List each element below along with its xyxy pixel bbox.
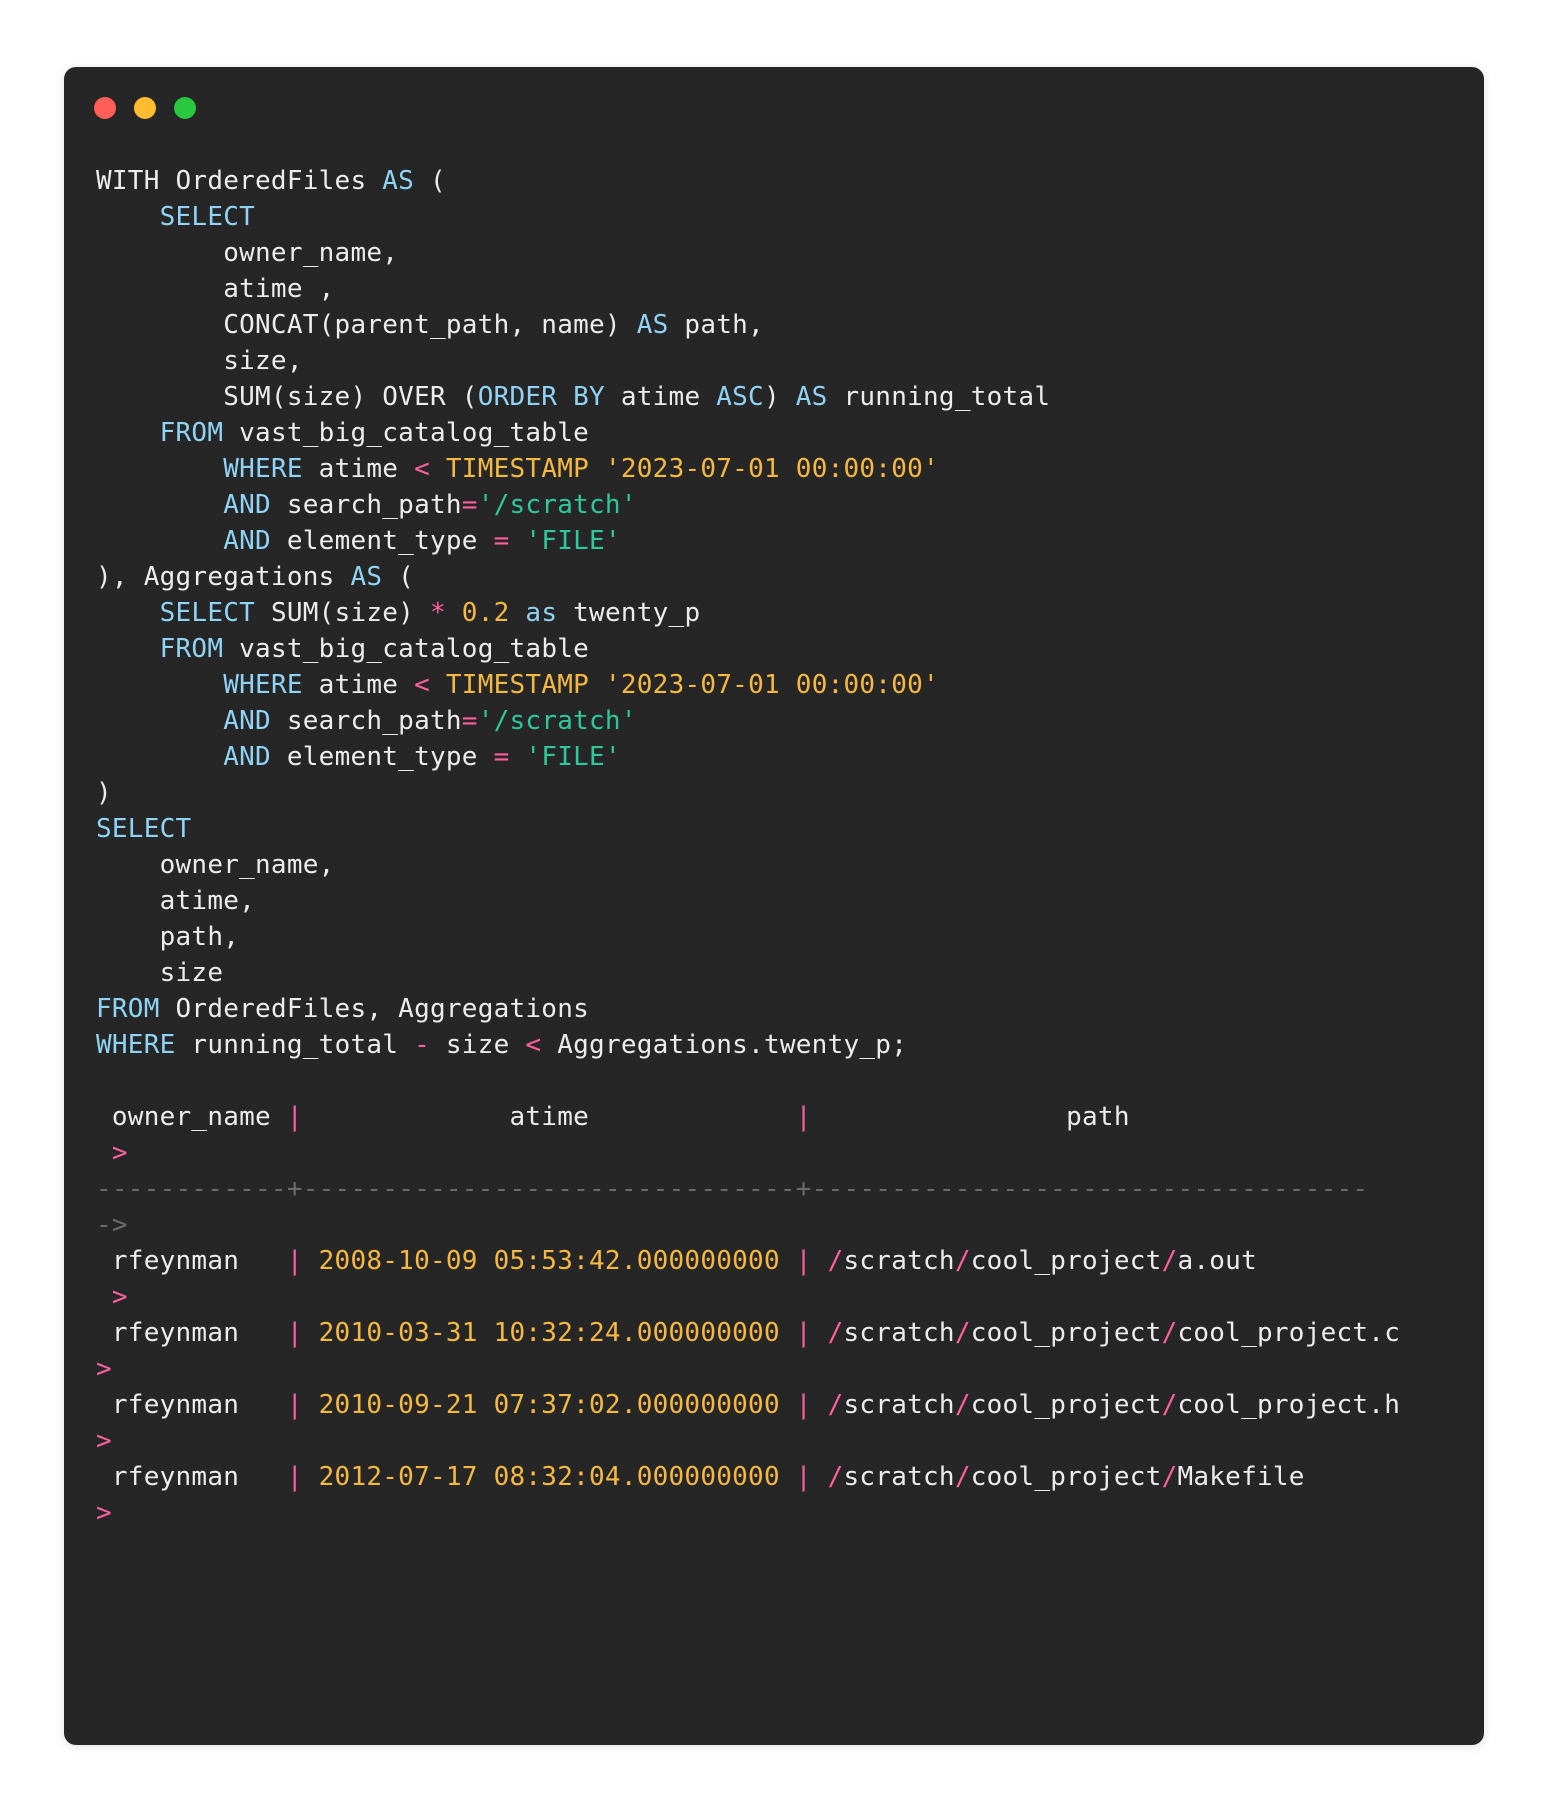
- line-continuation-marker: ->: [96, 1210, 128, 1240]
- result-row: rfeynman | 2012-07-17 08:32:04.000000000…: [96, 1462, 1305, 1492]
- code-line: SELECT: [159, 202, 256, 232]
- code-line: atime ,: [96, 274, 335, 304]
- code-line: ), Aggregations AS (: [96, 562, 415, 592]
- code-line: size,: [96, 346, 303, 376]
- code-line: FROM OrderedFiles, Aggregations: [96, 994, 590, 1024]
- code-line: path,: [96, 922, 240, 952]
- code-line: owner_name,: [96, 238, 399, 268]
- result-divider: ------------+---------------------------…: [96, 1174, 1369, 1204]
- line-continuation-marker: >: [96, 1426, 112, 1456]
- code-line: WHERE running_total - size < Aggregation…: [96, 1030, 908, 1060]
- code-line: atime,: [96, 886, 256, 916]
- code-line: WHERE atime < TIMESTAMP '2023-07-01 00:0…: [223, 670, 939, 700]
- code-line: SUM(size) OVER (ORDER BY atime ASC) AS r…: [96, 382, 1051, 412]
- code-line: AND element_type = 'FILE': [223, 742, 621, 772]
- result-header: owner_name | atime | path: [96, 1102, 1130, 1132]
- line-continuation-marker: >: [96, 1282, 128, 1312]
- zoom-window-button[interactable]: [174, 97, 196, 119]
- code-line: AND search_path='/scratch': [223, 706, 637, 736]
- code-line: WITH OrderedFiles AS (: [96, 166, 446, 196]
- code-line: size: [96, 958, 224, 988]
- result-row: rfeynman | 2010-03-31 10:32:24.000000000…: [96, 1318, 1401, 1348]
- code-line: AND search_path='/scratch': [223, 490, 637, 520]
- code-line: AND element_type = 'FILE': [223, 526, 621, 556]
- code-line: SELECT: [96, 814, 192, 844]
- minimize-window-button[interactable]: [134, 97, 156, 119]
- code-line: FROM vast_big_catalog_table: [159, 634, 590, 664]
- code-line: ): [96, 778, 112, 808]
- result-row: rfeynman | 2010-09-21 07:37:02.000000000…: [96, 1390, 1401, 1420]
- code-line: CONCAT(parent_path, name) AS path,: [96, 310, 764, 340]
- close-window-button[interactable]: [94, 97, 116, 119]
- code-block: WITH OrderedFiles AS ( SELECT owner_name…: [96, 163, 1400, 1531]
- code-line: owner_name,: [96, 850, 335, 880]
- code-line: SELECT SUM(size) * 0.2 as twenty_p: [159, 598, 701, 628]
- line-continuation-marker: >: [96, 1498, 112, 1528]
- code-line: WHERE atime < TIMESTAMP '2023-07-01 00:0…: [223, 454, 939, 484]
- line-continuation-marker: >: [96, 1354, 112, 1384]
- code-line: FROM vast_big_catalog_table: [159, 418, 590, 448]
- result-row: rfeynman | 2008-10-09 05:53:42.000000000…: [96, 1246, 1257, 1276]
- line-continuation-marker: >: [96, 1138, 128, 1168]
- terminal-window: WITH OrderedFiles AS ( SELECT owner_name…: [64, 67, 1484, 1745]
